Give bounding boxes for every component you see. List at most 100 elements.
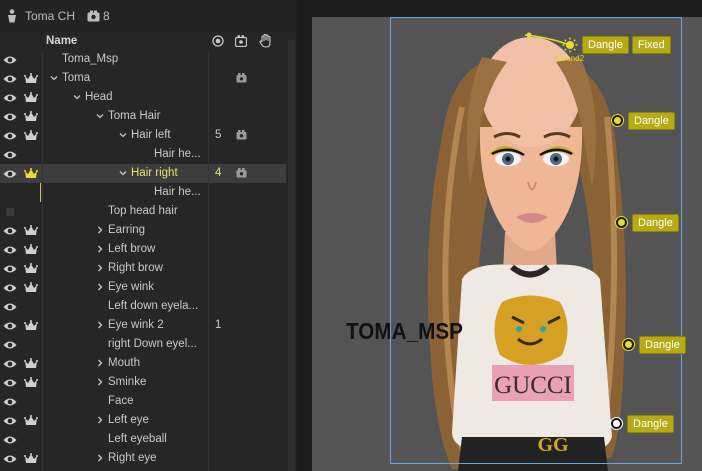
dangle-handle[interactable]: Dangle bbox=[616, 213, 682, 232]
crown-cell[interactable] bbox=[21, 221, 40, 240]
crown-icon[interactable] bbox=[23, 167, 38, 180]
hidden-square-icon[interactable] bbox=[5, 207, 14, 216]
layer-name[interactable]: Head bbox=[85, 88, 113, 107]
chevron-right-icon[interactable] bbox=[96, 454, 104, 462]
crown-cell[interactable] bbox=[21, 164, 40, 183]
dangle-fixed-handle[interactable]: Dangle Fixed bbox=[562, 35, 674, 54]
visibility-eye-icon[interactable] bbox=[3, 359, 17, 369]
layer-name[interactable]: Left down eyela... bbox=[108, 297, 198, 316]
visibility-eye-icon[interactable] bbox=[3, 283, 17, 293]
crown-cell[interactable] bbox=[21, 69, 40, 88]
visibility-cell[interactable] bbox=[0, 221, 19, 240]
chevron-right-icon[interactable] bbox=[96, 359, 104, 367]
dangle-handle[interactable]: Dangle bbox=[611, 414, 677, 433]
crown-icon[interactable] bbox=[23, 319, 38, 332]
chevron-down-icon[interactable] bbox=[50, 74, 58, 82]
dangle-tag[interactable]: Dangle bbox=[582, 35, 629, 54]
visibility-cell[interactable] bbox=[0, 259, 19, 278]
crown-cell[interactable] bbox=[21, 297, 40, 316]
visibility-eye-icon[interactable] bbox=[3, 150, 17, 160]
chevron-down-icon[interactable] bbox=[119, 169, 127, 177]
visibility-eye-icon[interactable] bbox=[3, 245, 17, 255]
crown-icon[interactable] bbox=[23, 91, 38, 104]
crown-icon[interactable] bbox=[23, 357, 38, 370]
visibility-eye-icon[interactable] bbox=[3, 74, 17, 84]
visibility-cell[interactable] bbox=[0, 126, 19, 145]
crown-cell[interactable] bbox=[21, 126, 40, 145]
visibility-eye-icon[interactable] bbox=[3, 131, 17, 141]
layer-name[interactable]: Hair right bbox=[131, 164, 178, 183]
visibility-cell[interactable] bbox=[0, 373, 19, 392]
layer-name[interactable]: Left eye bbox=[108, 411, 149, 430]
handle-dot-icon[interactable] bbox=[612, 115, 623, 126]
crown-cell[interactable] bbox=[21, 107, 40, 126]
chevron-right-icon[interactable] bbox=[96, 283, 104, 291]
crown-cell[interactable] bbox=[21, 392, 40, 411]
handle-dot-icon[interactable] bbox=[611, 418, 622, 429]
layer-name[interactable]: Mouth bbox=[108, 354, 140, 373]
layer-name[interactable]: Right brow bbox=[108, 259, 163, 278]
chevron-down-icon[interactable] bbox=[119, 131, 127, 139]
layer-name[interactable]: Eye wink 2 bbox=[108, 316, 164, 335]
chevron-right-icon[interactable] bbox=[96, 264, 104, 272]
crown-icon[interactable] bbox=[23, 281, 38, 294]
fixed-tag[interactable]: Fixed bbox=[631, 35, 671, 54]
chevron-down-icon[interactable] bbox=[73, 93, 81, 101]
chevron-right-icon[interactable] bbox=[96, 378, 104, 386]
layer-name[interactable]: Hair left bbox=[131, 126, 171, 145]
layer-name[interactable]: right Down eyel... bbox=[108, 335, 197, 354]
crown-cell[interactable] bbox=[21, 430, 40, 449]
layer-name[interactable]: Eye wink bbox=[108, 278, 154, 297]
crown-column-icon[interactable] bbox=[21, 32, 40, 51]
column-header-name[interactable]: Name bbox=[46, 32, 77, 51]
camera-column-icon[interactable] bbox=[235, 35, 247, 47]
visibility-eye-icon[interactable] bbox=[3, 93, 17, 103]
crown-cell[interactable] bbox=[21, 183, 40, 202]
visibility-cell[interactable] bbox=[0, 316, 19, 335]
crown-icon[interactable] bbox=[23, 224, 38, 237]
visibility-cell[interactable] bbox=[0, 297, 19, 316]
visibility-cell[interactable] bbox=[0, 164, 19, 183]
dangle-tag[interactable]: Dangle bbox=[639, 335, 686, 354]
crown-cell[interactable] bbox=[21, 354, 40, 373]
layer-name[interactable]: Toma bbox=[62, 69, 90, 88]
crown-cell[interactable] bbox=[21, 316, 40, 335]
visibility-eye-icon[interactable] bbox=[3, 321, 17, 331]
handle-dot-icon[interactable] bbox=[616, 217, 627, 228]
chevron-down-icon[interactable] bbox=[96, 112, 104, 120]
crown-icon[interactable] bbox=[23, 262, 38, 275]
dangle-handle[interactable]: Dangle bbox=[612, 111, 678, 130]
crown-cell[interactable] bbox=[21, 240, 40, 259]
chevron-right-icon[interactable] bbox=[96, 321, 104, 329]
crown-cell[interactable] bbox=[21, 202, 40, 221]
dangle-tag[interactable]: Dangle bbox=[627, 414, 674, 433]
visibility-cell[interactable] bbox=[0, 183, 19, 202]
crown-icon[interactable] bbox=[23, 414, 38, 427]
chevron-right-icon[interactable] bbox=[96, 226, 104, 234]
visibility-cell[interactable] bbox=[0, 202, 19, 221]
visibility-eye-icon[interactable] bbox=[3, 397, 17, 407]
visibility-cell[interactable] bbox=[0, 278, 19, 297]
crown-icon[interactable] bbox=[23, 129, 38, 142]
crown-icon[interactable] bbox=[23, 72, 38, 85]
selection-bounding-box[interactable] bbox=[390, 17, 682, 464]
visibility-cell[interactable] bbox=[0, 449, 19, 468]
crown-cell[interactable] bbox=[21, 373, 40, 392]
visibility-eye-icon[interactable] bbox=[3, 169, 17, 179]
visibility-cell[interactable] bbox=[0, 335, 19, 354]
dangle-handle[interactable]: Dangle bbox=[623, 335, 689, 354]
layers-scrollbar[interactable] bbox=[288, 40, 295, 471]
layer-name[interactable]: Earring bbox=[108, 221, 145, 240]
dangle-tag[interactable]: Dangle bbox=[628, 111, 675, 130]
hand-column-icon[interactable] bbox=[259, 34, 272, 48]
record-column-icon[interactable] bbox=[212, 35, 224, 47]
visibility-eye-icon[interactable] bbox=[3, 340, 17, 350]
visibility-eye-icon[interactable] bbox=[3, 378, 17, 388]
visibility-column-icon[interactable] bbox=[0, 32, 19, 51]
visibility-eye-icon[interactable] bbox=[3, 55, 17, 65]
visibility-eye-icon[interactable] bbox=[3, 435, 17, 445]
crown-cell[interactable] bbox=[21, 278, 40, 297]
crown-cell[interactable] bbox=[21, 50, 40, 69]
visibility-cell[interactable] bbox=[0, 88, 19, 107]
layer-name[interactable]: Left eyeball bbox=[108, 430, 167, 449]
